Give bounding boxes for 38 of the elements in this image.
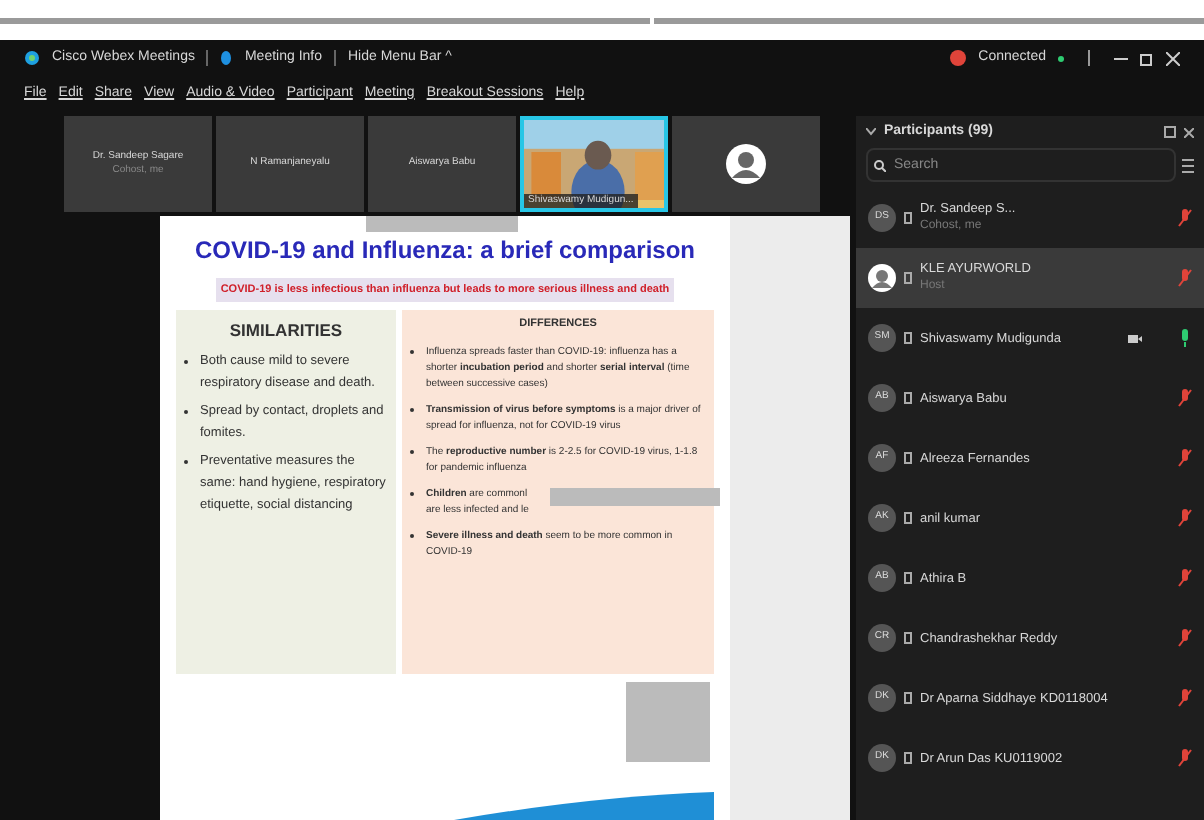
mic-icon[interactable] — [1178, 328, 1192, 348]
slide-title: COVID-19 and Influenza: a brief comparison — [192, 234, 698, 268]
muted-mic-icon[interactable] — [1178, 268, 1192, 288]
device-icon — [904, 272, 912, 284]
device-icon — [904, 392, 912, 404]
muted-mic-icon[interactable] — [1178, 688, 1192, 708]
device-icon — [904, 692, 912, 704]
pop-out-icon[interactable] — [1164, 126, 1176, 138]
avatar-icon — [726, 144, 766, 184]
muted-mic-icon[interactable] — [1178, 748, 1192, 768]
record-icon — [950, 50, 967, 66]
close-icon[interactable] — [1166, 51, 1180, 65]
device-icon — [904, 632, 912, 644]
list-options-icon[interactable] — [1182, 157, 1194, 173]
collapse-icon[interactable] — [866, 128, 876, 136]
device-icon — [904, 512, 912, 524]
avatar-icon — [868, 264, 896, 292]
muted-mic-icon[interactable] — [1178, 448, 1192, 468]
panel-heading: SIMILARITIES — [227, 318, 345, 344]
redaction-block — [626, 682, 710, 763]
webex-logo-icon — [24, 50, 40, 66]
close-icon[interactable] — [1184, 127, 1194, 137]
device-icon — [904, 212, 912, 224]
muted-mic-icon[interactable] — [1178, 508, 1192, 528]
signal-dot-icon — [1058, 55, 1064, 61]
restore-icon[interactable] — [1140, 51, 1154, 65]
info-icon — [220, 50, 233, 66]
wave-decoration-icon — [454, 792, 714, 820]
muted-mic-icon[interactable] — [1178, 388, 1192, 408]
device-icon — [904, 752, 912, 764]
search-icon — [874, 160, 886, 172]
device-icon — [904, 452, 912, 464]
muted-mic-icon[interactable] — [1178, 628, 1192, 648]
device-icon — [904, 572, 912, 584]
muted-mic-icon[interactable] — [1178, 568, 1192, 588]
device-icon — [904, 332, 912, 344]
video-tile[interactable] — [672, 116, 820, 212]
muted-mic-icon[interactable] — [1178, 208, 1192, 228]
